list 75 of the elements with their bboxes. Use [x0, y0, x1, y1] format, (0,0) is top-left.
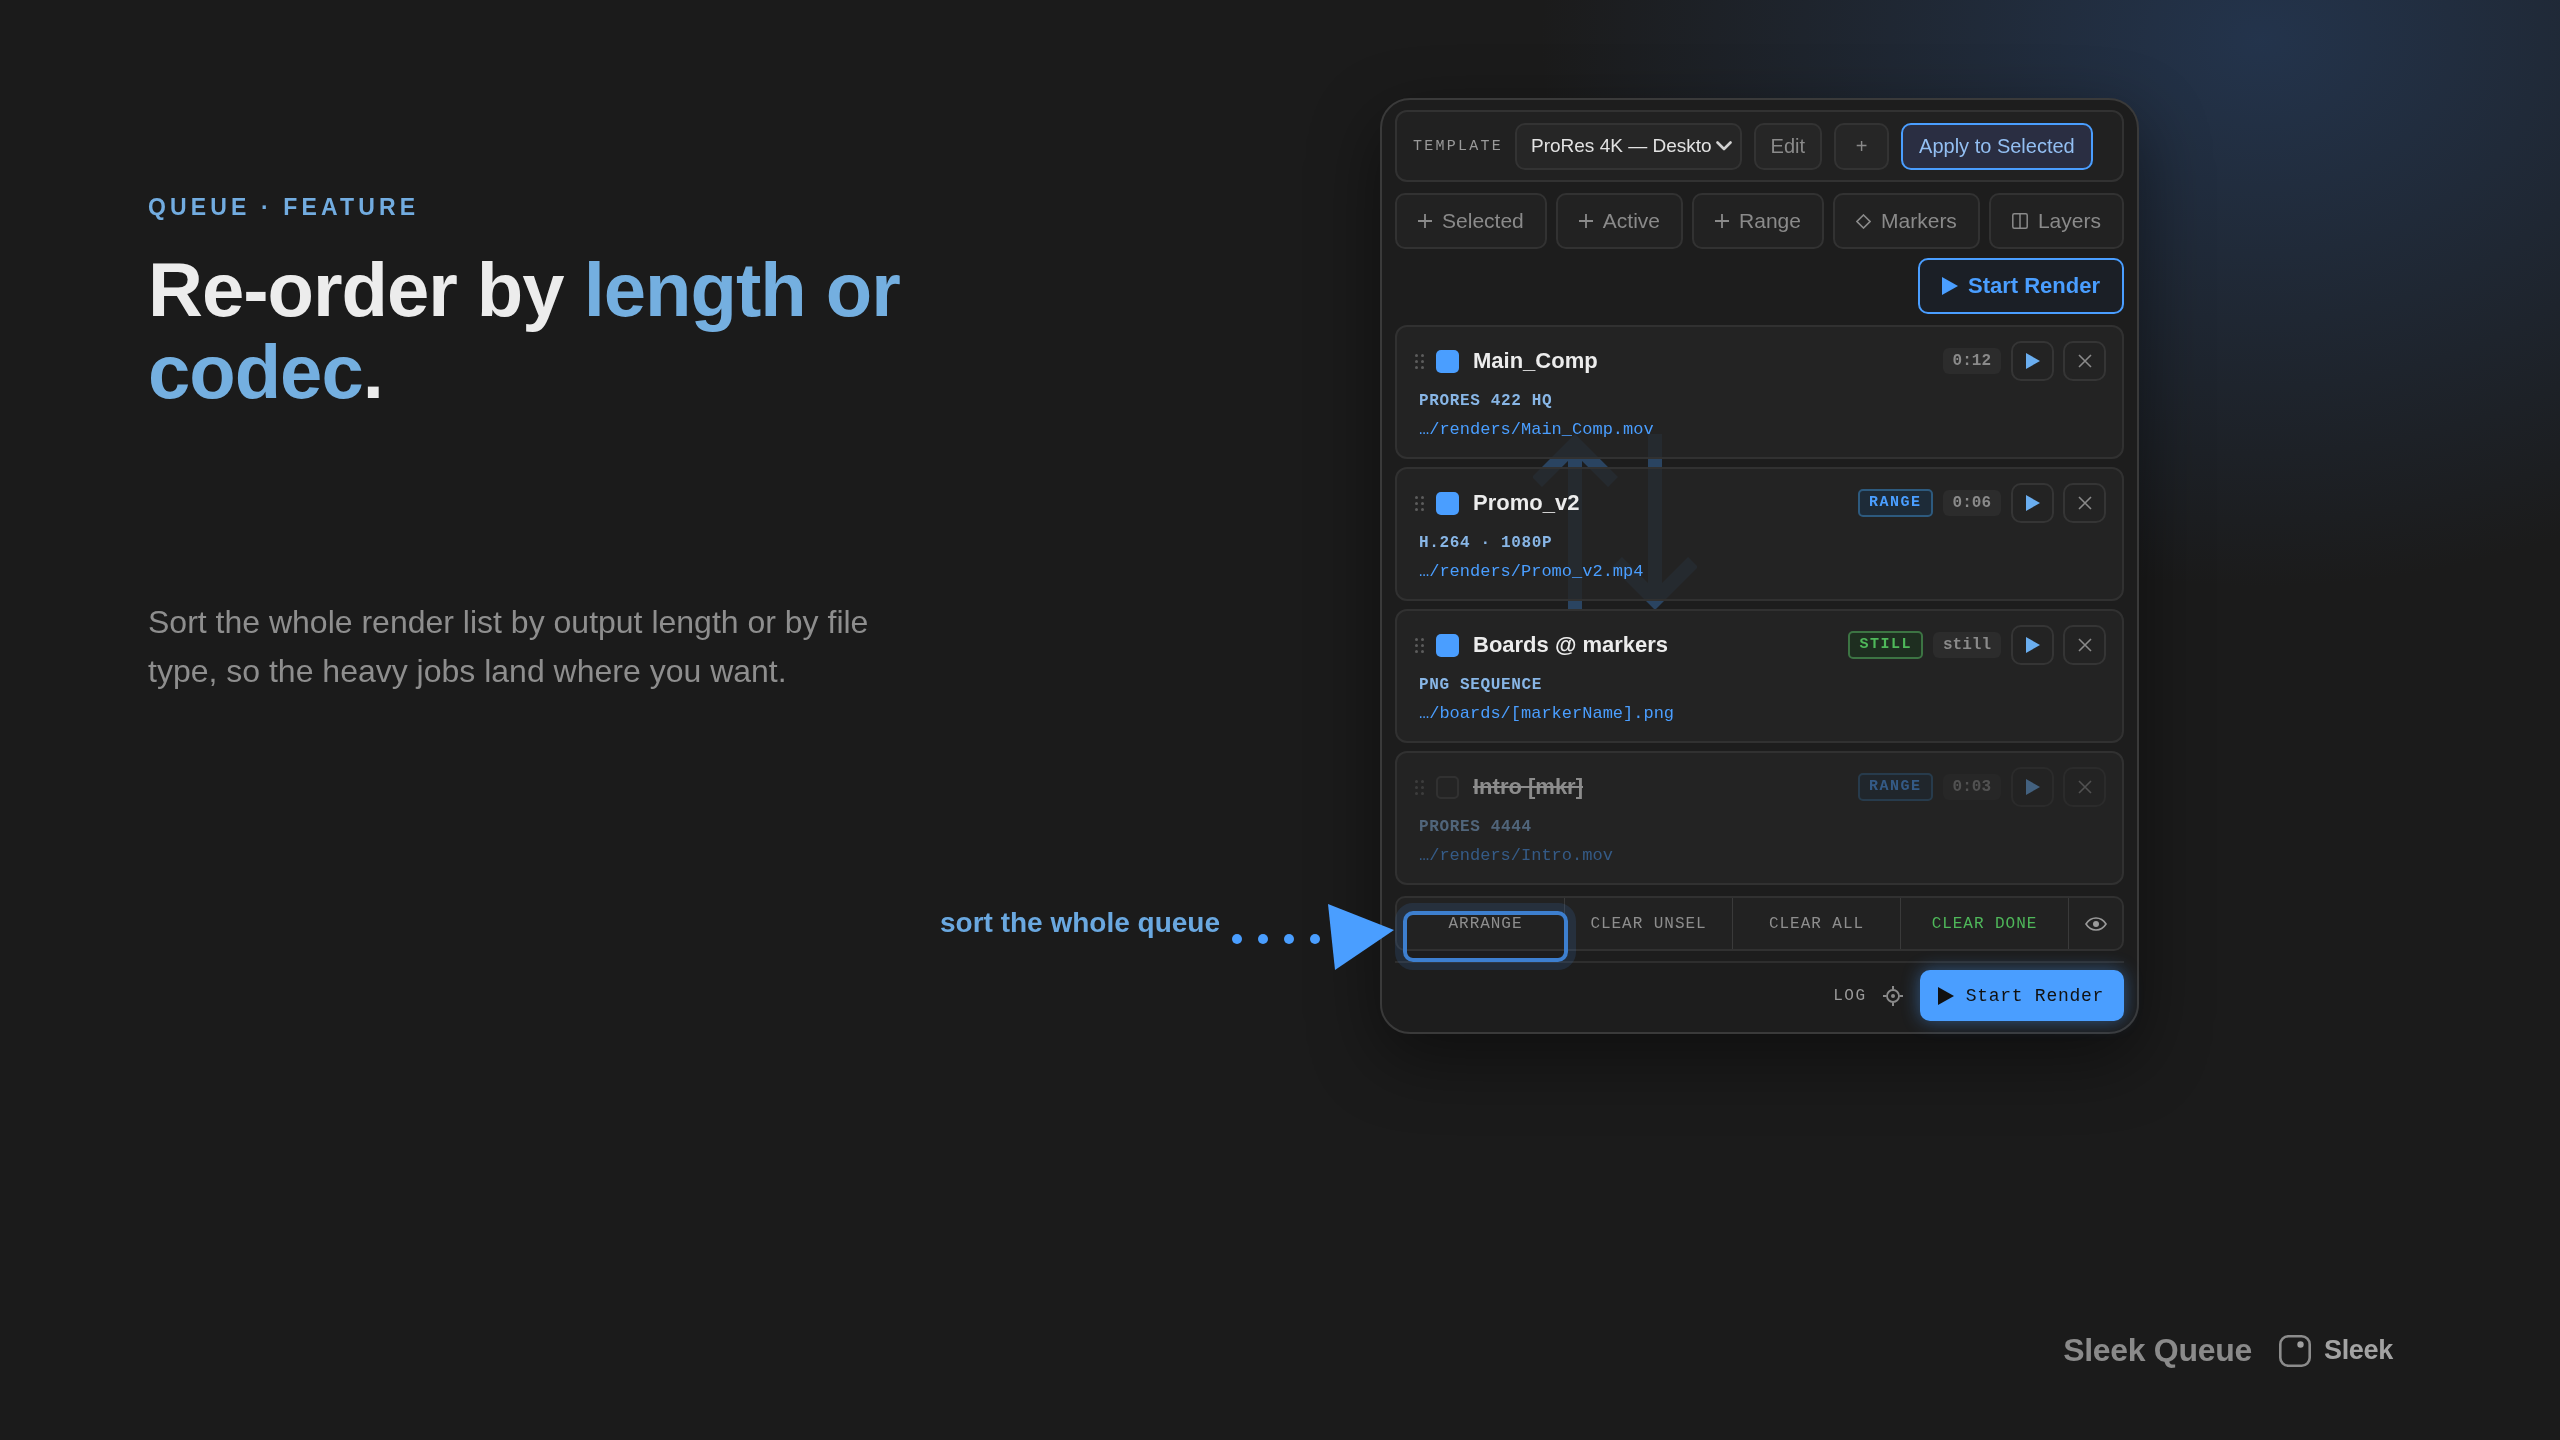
output-path: …/renders/Promo_v2.mp4 [1419, 561, 1644, 583]
output-path: …/renders/Intro.mov [1419, 845, 1613, 867]
diamond-icon [1856, 213, 1872, 229]
eyebrow-label: QUEUE · FEATURE [148, 193, 420, 221]
close-icon [2077, 780, 2092, 794]
toolbar-button[interactable]: CLEAR DONE [1901, 898, 2068, 949]
drag-handle-icon[interactable] [1415, 495, 1424, 511]
plus-icon [1715, 214, 1730, 228]
toolbar-button[interactable]: CLEAR ALL [1733, 898, 1900, 949]
toolbar-button[interactable]: CLEAR UNSEL [1565, 898, 1732, 949]
job-name: Promo_v2 [1473, 490, 1580, 516]
job-checkbox[interactable] [1436, 491, 1459, 515]
play-icon [1941, 277, 1958, 295]
duration-label: 0:06 [1942, 490, 2001, 516]
codec-label: PRORES 4444 [1419, 817, 1532, 838]
log-button[interactable]: LOG [1833, 986, 1867, 1005]
job-checkbox[interactable] [1436, 349, 1459, 373]
play-icon [2025, 637, 2040, 653]
job-card[interactable]: Boards @ markers STILL still PNG SEQUENCE …/boards/[markerName].png [1395, 609, 2124, 743]
add-button[interactable]: Selected [1395, 193, 1547, 249]
drag-handle-icon[interactable] [1415, 637, 1424, 653]
play-icon [1937, 986, 1954, 1005]
drag-handle-icon[interactable] [1415, 353, 1424, 369]
product-name: Sleek Queue [2063, 1332, 2252, 1369]
plus-icon [1578, 214, 1593, 228]
close-icon [2077, 496, 2092, 510]
edit-button[interactable]: Edit [1753, 122, 1823, 170]
template-label: TEMPLATE [1413, 137, 1503, 155]
codec-label: PRORES 422 HQ [1419, 391, 1553, 412]
close-icon [2077, 354, 2092, 368]
output-path: …/renders/Main_Comp.mov [1419, 419, 1654, 441]
markers-button[interactable]: Markers [1833, 193, 1980, 249]
apply-button[interactable]: Apply to Selected [1901, 122, 2093, 170]
close-icon [2077, 638, 2092, 652]
job-name: Boards @ markers [1473, 632, 1669, 658]
add-template-button[interactable]: + [1834, 122, 1890, 170]
play-button[interactable] [2011, 483, 2054, 523]
range-badge: RANGE [1858, 489, 1933, 517]
play-icon [2025, 779, 2040, 795]
duration-label: 0:12 [1942, 348, 2001, 374]
range-badge: RANGE [1858, 773, 1933, 801]
description: Sort the whole render list by output length or by file type, so the heavy jobs land where you want. [148, 603, 870, 691]
remove-button[interactable] [2063, 483, 2106, 523]
duration-label: still [1933, 632, 2001, 658]
remove-button[interactable] [2063, 625, 2106, 665]
remove-button[interactable] [2063, 341, 2106, 381]
codec-label: PNG SEQUENCE [1419, 675, 1542, 696]
plus-icon [1418, 214, 1433, 228]
columns-icon [2011, 213, 2028, 229]
callout-text: sort the whole queue [940, 906, 1221, 940]
add-button[interactable]: Active [1555, 193, 1684, 249]
job-card[interactable]: Promo_v2 RANGE 0:06 H.264 · 1080P …/renders/Promo_v2.mp4 [1395, 467, 2124, 601]
job-card[interactable]: Main_Comp 0:12 PRORES 422 HQ …/renders/Main_Comp.mov [1395, 325, 2124, 459]
play-button[interactable] [2011, 625, 2054, 665]
play-button[interactable] [2011, 341, 2054, 381]
codec-label: H.264 · 1080P [1419, 533, 1553, 554]
eye-icon [2084, 916, 2107, 931]
job-name: Intro [mkr] [1473, 774, 1583, 800]
play-icon [2025, 353, 2040, 369]
still-badge: STILL [1848, 631, 1923, 659]
start-render-button[interactable]: Start Render [1919, 970, 2124, 1021]
headline: Re-order by length or codec. [148, 249, 901, 413]
settings-icon[interactable] [1882, 985, 1903, 1006]
job-checkbox[interactable] [1436, 633, 1459, 657]
start-render-button[interactable]: Start Render [1917, 258, 2124, 314]
logo-text: Sleek [2323, 1335, 2393, 1366]
job-name: Main_Comp [1473, 348, 1598, 374]
chevron-down-icon [1715, 141, 1732, 151]
logo-icon [2278, 1334, 2311, 1367]
template-select[interactable]: ProRes 4K — Deskto [1515, 122, 1742, 170]
layers-button[interactable]: Layers [1988, 193, 2124, 249]
play-icon [2025, 495, 2040, 511]
output-path: …/boards/[markerName].png [1419, 703, 1675, 725]
toolbar-button[interactable]: ARRANGE [1395, 903, 1576, 970]
add-button[interactable]: Range [1692, 193, 1824, 249]
